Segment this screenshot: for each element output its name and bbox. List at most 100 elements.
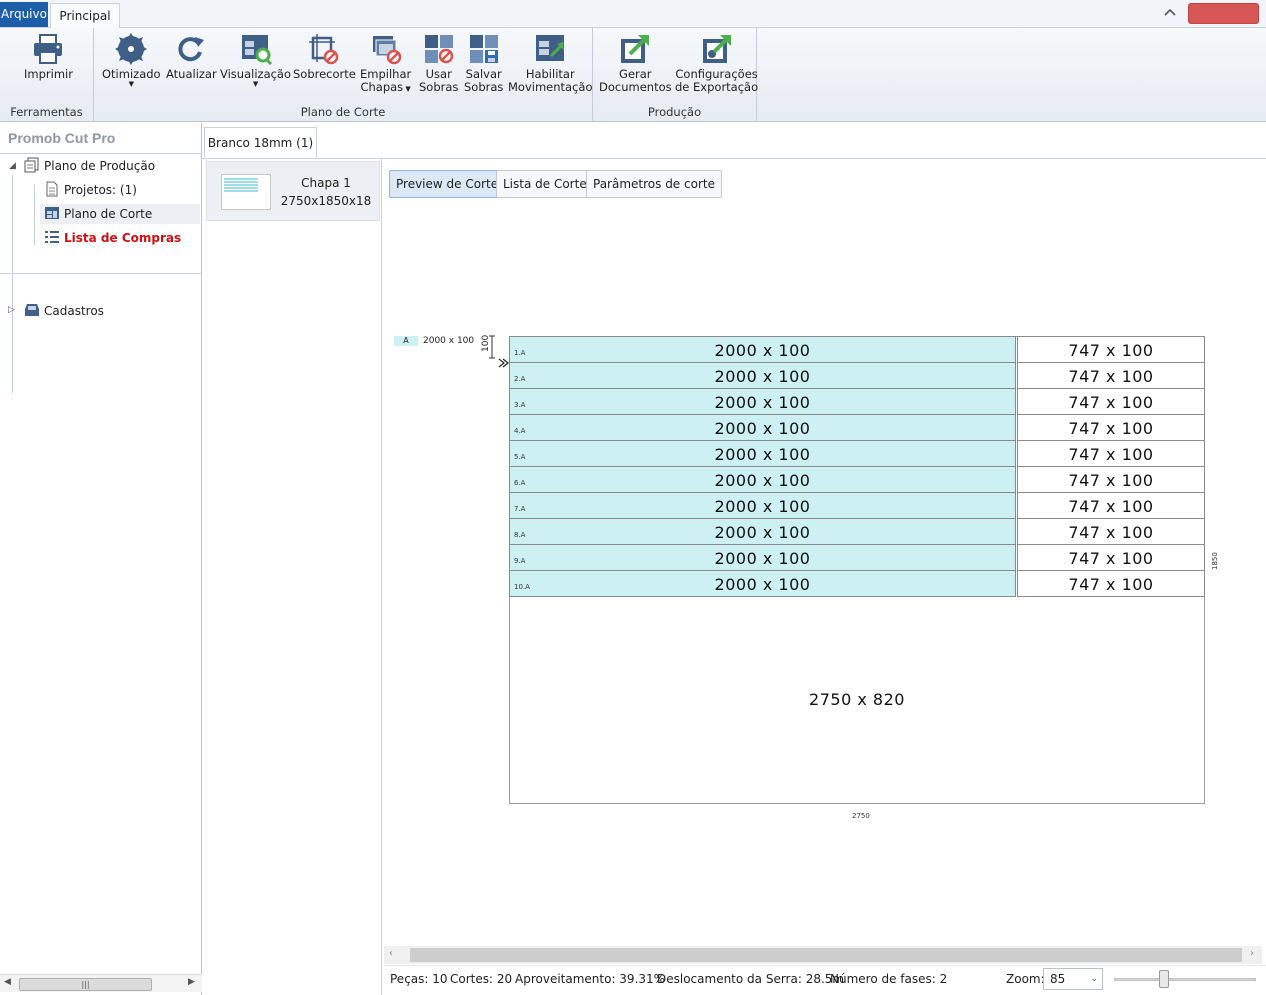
tree-item-lista-de-compras[interactable]: Lista de Compras (44, 228, 181, 248)
visualizacao-button[interactable]: Visualização ▼ (220, 32, 291, 88)
chevron-down-icon: ▼ (252, 80, 259, 88)
remnant-piece[interactable]: 747 x 100 (1017, 570, 1205, 597)
cut-piece[interactable]: 5.A 2000 x 100 (509, 440, 1016, 467)
scroll-left-icon[interactable]: ◀ (4, 977, 11, 987)
thumb-strip (224, 178, 258, 180)
tree-item-plano-de-corte[interactable]: Plano de Corte (40, 204, 200, 224)
habilitar-movimentacao-button[interactable]: Habilitar Movimentação (508, 32, 593, 94)
parametros-de-corte-button[interactable]: Parâmetros de corte (586, 170, 722, 198)
chevron-down-icon: ⌄ (1090, 974, 1098, 984)
left-horizontal-scrollbar[interactable]: ◀ ||| ▶ (0, 974, 202, 992)
remnant-dimensions: 747 x 100 (1068, 497, 1154, 516)
preview-horizontal-scrollbar[interactable]: ‹ › (384, 946, 1262, 964)
tree-guide (34, 185, 35, 245)
remnant-piece[interactable]: 747 x 100 (1017, 388, 1205, 415)
remnant-piece[interactable]: 747 x 100 (1017, 336, 1205, 363)
sobrecorte-button[interactable]: Sobrecorte (293, 32, 356, 81)
remnant-dimensions: 747 x 100 (1068, 367, 1154, 386)
empilhar-chapas-button[interactable]: Empilhar Chapas ▼ (360, 32, 411, 96)
cut-piece[interactable]: 10.A 2000 x 100 (509, 570, 1016, 597)
config-label-2: de Exportação (675, 80, 759, 94)
cut-piece[interactable]: 7.A 2000 x 100 (509, 492, 1016, 519)
otimizado-button[interactable]: Otimizado ▼ (102, 32, 161, 88)
remnant-piece[interactable]: 747 x 100 (1017, 518, 1205, 545)
usar-label-2: Sobras (419, 80, 459, 94)
otimizado-label: Otimizado (102, 67, 161, 81)
piece-dimensions: 2000 x 100 (714, 341, 811, 360)
zoom-value: 85 (1050, 972, 1066, 986)
printer-icon (31, 32, 65, 66)
view-zoom-icon (239, 32, 273, 66)
tab-arquivo[interactable]: Arquivo (0, 2, 48, 27)
status-fases: Número de fases: 2 (830, 972, 948, 986)
remnant-piece[interactable]: 747 x 100 (1017, 544, 1205, 571)
document-icon (44, 181, 60, 197)
cut-piece[interactable]: 1.A 2000 x 100 (509, 336, 1016, 363)
zoom-slider-track[interactable] (1114, 978, 1256, 981)
remnant-dimensions: 747 x 100 (1068, 341, 1154, 360)
thumb-strip (224, 187, 258, 189)
scroll-right-icon[interactable]: ▶ (188, 977, 195, 987)
expand-arrow-icon[interactable]: ▷ (8, 305, 15, 315)
tree-item-plano-de-producao[interactable]: Plano de Produção (24, 156, 155, 176)
zoom-label: Zoom: (1006, 972, 1045, 986)
remnant-piece[interactable]: 747 x 100 (1017, 440, 1205, 467)
remnant-dimensions: 747 x 100 (1068, 575, 1154, 594)
zoom-select[interactable]: 85 ⌄ (1043, 968, 1103, 990)
piece-dimensions: 2000 x 100 (714, 393, 811, 412)
cut-piece[interactable]: 8.A 2000 x 100 (509, 518, 1016, 545)
export-settings-icon (700, 32, 734, 66)
waste-area: 2750 x 820 (809, 690, 905, 709)
list-icon (44, 229, 60, 245)
chevron-down-icon: ▼ (403, 85, 411, 93)
tree-item-label: Cadastros (44, 304, 104, 318)
remnant-piece[interactable]: 747 x 100 (1017, 362, 1205, 389)
salvar-label-1: Salvar (465, 67, 502, 81)
cut-piece[interactable]: 4.A 2000 x 100 (509, 414, 1016, 441)
atualizar-button[interactable]: Atualizar (166, 32, 217, 81)
print-label: Imprimir (24, 67, 73, 81)
scroll-thumb[interactable] (410, 948, 1242, 962)
scroll-thumb[interactable]: ||| (19, 978, 152, 991)
cut-plan-icon (44, 205, 60, 221)
zoom-slider-thumb[interactable] (1159, 970, 1169, 988)
lista-de-corte-button[interactable]: Lista de Corte (496, 170, 594, 198)
group-label-plano-de-corte: Plano de Corte (300, 105, 386, 119)
remnant-dimensions: 747 x 100 (1068, 549, 1154, 568)
stack-sheets-icon (369, 32, 403, 66)
production-plan-icon (24, 157, 40, 173)
piece-dimensions: 2000 x 100 (714, 497, 811, 516)
collapse-arrow-icon[interactable]: ◢ (9, 161, 16, 171)
piece-dimensions: 2000 x 100 (714, 445, 811, 464)
status-aproveitamento: Aproveitamento: 39.31% (515, 972, 666, 986)
close-button[interactable] (1188, 3, 1259, 24)
tab-branco-18mm[interactable]: Branco 18mm (1) (204, 127, 317, 158)
remnant-piece[interactable]: 747 x 100 (1017, 492, 1205, 519)
legend-text: 2000 x 100 (423, 336, 475, 346)
print-button[interactable]: Imprimir (24, 32, 73, 81)
legend-tag: A (394, 336, 418, 346)
gerar-documentos-button[interactable]: Gerar Documentos (599, 32, 672, 94)
tree-item-projetos[interactable]: Projetos: (1) (44, 180, 137, 200)
divider (0, 153, 202, 154)
cut-piece[interactable]: 2.A 2000 x 100 (509, 362, 1016, 389)
export-documents-icon (618, 32, 652, 66)
salvar-sobras-button[interactable]: Salvar Sobras (464, 32, 503, 94)
cut-piece[interactable]: 6.A 2000 x 100 (509, 466, 1016, 493)
remnant-piece[interactable]: 747 x 100 (1017, 414, 1205, 441)
scroll-left-icon[interactable]: ‹ (389, 948, 393, 959)
cut-piece[interactable]: 9.A 2000 x 100 (509, 544, 1016, 571)
tab-principal[interactable]: Principal (50, 3, 120, 29)
tree-item-cadastros[interactable]: Cadastros (24, 301, 104, 321)
remnant-piece[interactable]: 747 x 100 (1017, 466, 1205, 493)
configuracoes-exportacao-button[interactable]: Configurações de Exportação (675, 32, 758, 94)
sheet-thumbnail (221, 174, 271, 210)
preview-de-corte-button[interactable]: Preview de Corte (389, 170, 506, 198)
group-producao: Gerar Documentos Configurações de Export… (593, 28, 758, 122)
cut-piece[interactable]: 3.A 2000 x 100 (509, 388, 1016, 415)
collapse-ribbon-icon[interactable] (1161, 5, 1179, 21)
usar-sobras-button[interactable]: Usar Sobras (419, 32, 458, 94)
scroll-right-icon[interactable]: › (1250, 948, 1254, 959)
sheet-item[interactable]: Chapa 1 2750x1850x18 (206, 161, 380, 221)
gerar-label-1: Gerar (619, 67, 652, 81)
